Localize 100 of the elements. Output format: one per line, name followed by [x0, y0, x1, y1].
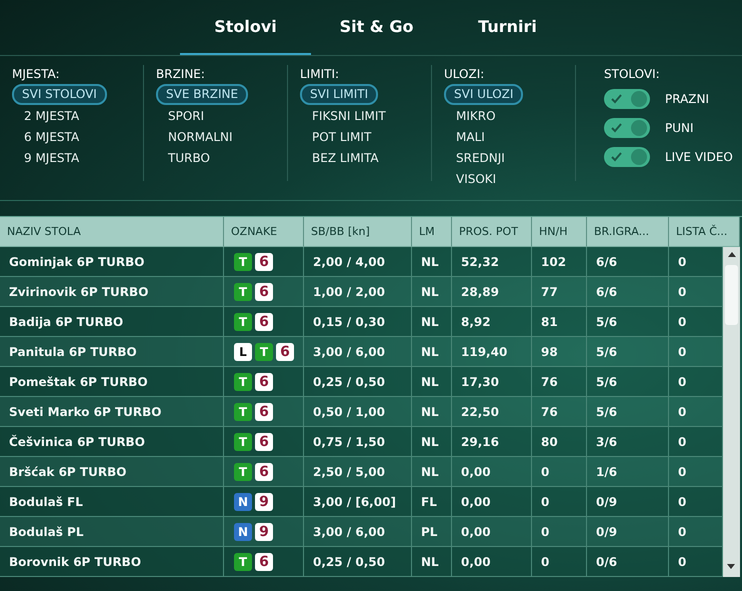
column-header[interactable]: LISTA Č...	[669, 217, 740, 247]
scrollbar[interactable]	[723, 247, 740, 577]
table-cell: 80	[532, 427, 587, 457]
table-cell: 0	[669, 517, 723, 547]
tag: 6	[276, 342, 294, 360]
filter-title: ULOZI:	[444, 66, 484, 83]
tag: T	[234, 312, 252, 330]
table-cell: NL	[412, 307, 452, 337]
table-cell: Sveti Marko 6P TURBO	[0, 397, 224, 427]
table-cell: 3/6	[587, 427, 669, 457]
table-cell: 81	[532, 307, 587, 337]
tag: 6	[255, 252, 273, 270]
tab[interactable]: Stolovi	[180, 0, 311, 55]
table-cell: 0	[669, 427, 723, 457]
tag: 6	[255, 462, 273, 480]
table-cell: NL	[412, 457, 452, 487]
tag: 6	[255, 402, 273, 420]
column-header[interactable]: PROS. POT	[452, 217, 532, 247]
table-cell: NL	[412, 367, 452, 397]
table-cell: 102	[532, 247, 587, 277]
table-cell: 3,00 / 6,00	[304, 517, 412, 547]
filter-option[interactable]: SREDNJI	[444, 147, 515, 168]
scroll-thumb[interactable]	[725, 265, 738, 325]
table-cell: Gominjak 6P TURBO	[0, 247, 224, 277]
tab[interactable]: Turniri	[442, 0, 573, 55]
scroll-down-icon[interactable]	[727, 564, 735, 569]
table-cell: 5/6	[587, 367, 669, 397]
filter-option[interactable]: 9 MJESTA	[12, 147, 90, 168]
filter-option[interactable]: 2 MJESTA	[12, 105, 90, 126]
column-header[interactable]: LM	[412, 217, 452, 247]
table-cell: Borovnik 6P TURBO	[0, 547, 224, 577]
filter-option[interactable]: SVI LIMITI	[300, 84, 378, 105]
table-cell: 0,25 / 0,50	[304, 367, 412, 397]
filter-option[interactable]: SVI STOLOVI	[12, 84, 107, 105]
tag: T	[234, 462, 252, 480]
table-cell: 0	[669, 277, 723, 307]
filter-option[interactable]: NORMALNI	[156, 126, 243, 147]
table-cell: 3,00 / [6,00]	[304, 487, 412, 517]
table-cell: 17,30	[452, 367, 532, 397]
scroll-up-icon[interactable]	[728, 252, 736, 257]
table-cell: 0,75 / 1,50	[304, 427, 412, 457]
tag: N	[234, 522, 252, 540]
toggle-label: LIVE VIDEO	[665, 150, 733, 164]
table-cell: Bršćak 6P TURBO	[0, 457, 224, 487]
filter-option[interactable]: MIKRO	[444, 105, 506, 126]
tag: T	[234, 552, 252, 570]
tag: T	[234, 432, 252, 450]
filter-option[interactable]: POT LIMIT	[300, 126, 382, 147]
table-cell: 0	[532, 487, 587, 517]
table-cell: 0/6	[587, 547, 669, 577]
table-cell: Badija 6P TURBO	[0, 307, 224, 337]
table-cell: 52,32	[452, 247, 532, 277]
column-header[interactable]: NAZIV STOLA	[0, 217, 224, 247]
filter-option[interactable]: MALI	[444, 126, 495, 147]
table-cell: PL	[412, 517, 452, 547]
tag: T	[234, 252, 252, 270]
table-cell: 8,92	[452, 307, 532, 337]
tab[interactable]: Sit & Go	[311, 0, 442, 55]
filter-option[interactable]: TURBO	[156, 147, 220, 168]
column-header[interactable]: OZNAKE	[224, 217, 304, 247]
filter-option[interactable]: FIKSNI LIMIT	[300, 105, 396, 126]
table-cell: 0,50 / 1,00	[304, 397, 412, 427]
table-cell: NL	[412, 337, 452, 367]
tag: 6	[255, 552, 273, 570]
table-cell: 0	[669, 307, 723, 337]
toggle-label: PUNI	[665, 120, 694, 134]
column-header[interactable]: SB/BB [kn]	[304, 217, 412, 247]
table-cell: Bodulaš PL	[0, 517, 224, 547]
table-cell: 98	[532, 337, 587, 367]
table-cell: 0,25 / 0,50	[304, 547, 412, 577]
table-cell: 0	[669, 487, 723, 517]
filter-option[interactable]: 6 MJESTA	[12, 126, 90, 147]
table-cell: 22,50	[452, 397, 532, 427]
table-cell: 0	[532, 517, 587, 547]
tag: T	[234, 282, 252, 300]
filter-option[interactable]: SPORI	[156, 105, 214, 126]
tag: T	[255, 342, 273, 360]
filter-option[interactable]: SVI ULOZI	[444, 84, 524, 105]
column-header[interactable]: BR.IGRA...	[587, 217, 669, 247]
filter-option[interactable]: SVE BRZINE	[156, 84, 248, 105]
table-cell: 5/6	[587, 307, 669, 337]
table-cell: 2,00 / 4,00	[304, 247, 412, 277]
table-cell: 0	[669, 337, 723, 367]
table-cell: 28,89	[452, 277, 532, 307]
table-cell: NL	[412, 547, 452, 577]
tag: 9	[255, 492, 273, 510]
column-header[interactable]: HN/H	[532, 217, 587, 247]
table-cell: 0	[669, 397, 723, 427]
table-cell: FL	[412, 487, 452, 517]
table-cell: NL	[412, 427, 452, 457]
filter-option[interactable]: BEZ LIMITA	[300, 147, 389, 168]
table-cell: NL	[412, 397, 452, 427]
table-cell: 6/6	[587, 277, 669, 307]
table-cell: Pomeštak 6P TURBO	[0, 367, 224, 397]
tag: N	[234, 492, 252, 510]
filter-option[interactable]: VISOKI	[444, 168, 506, 189]
table-cell: 2,50 / 5,00	[304, 457, 412, 487]
tag: T	[234, 402, 252, 420]
tag: 6	[255, 372, 273, 390]
tag: 6	[255, 432, 273, 450]
